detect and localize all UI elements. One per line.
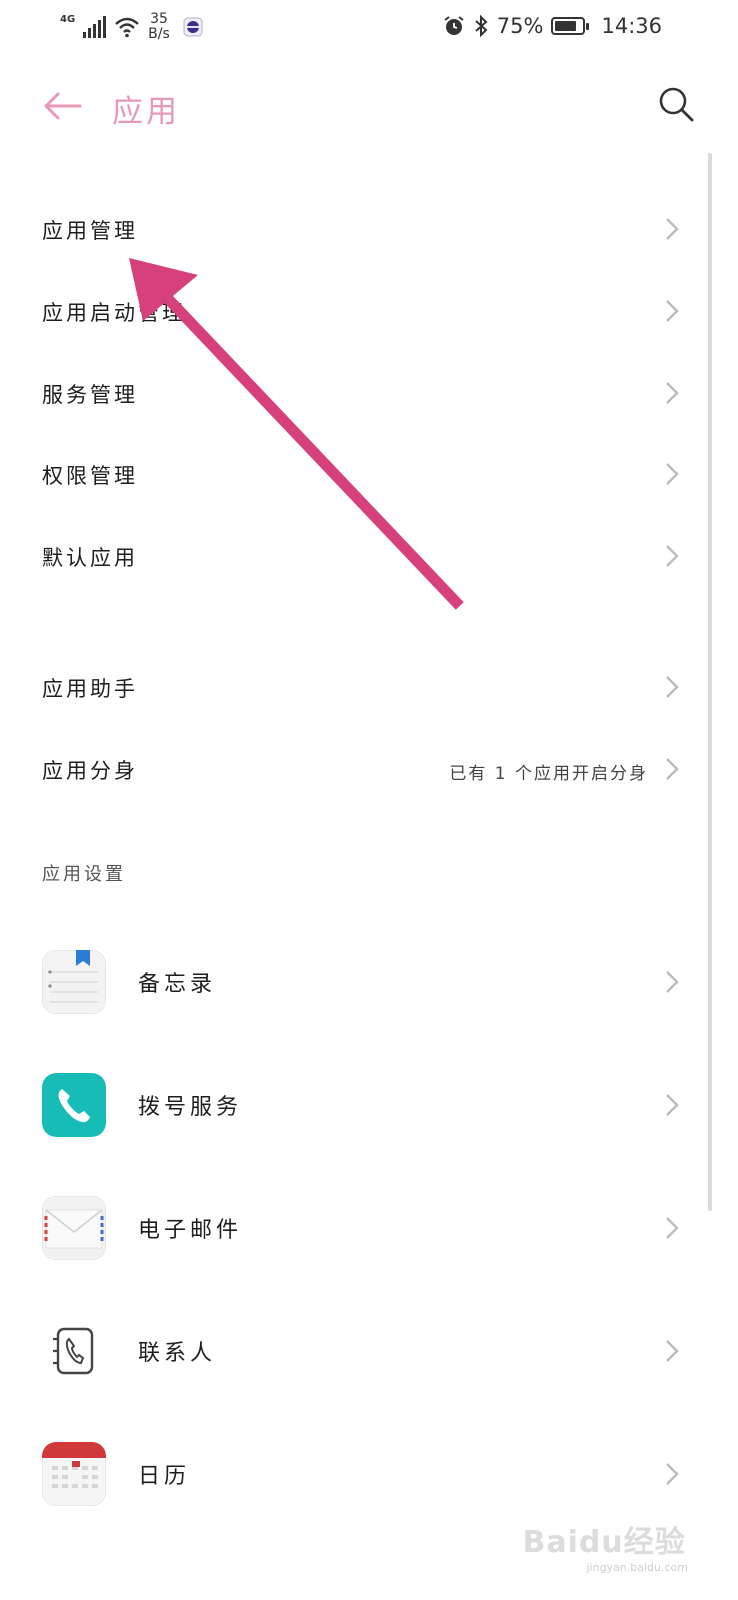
menu-item-app-assistant[interactable]: 应用助手 — [0, 657, 710, 717]
menu-item-service-management[interactable]: 服务管理 — [0, 363, 710, 423]
menu-item-label: 权限管理 — [42, 464, 138, 488]
clock: 14:36 — [601, 14, 662, 38]
app-row-notepad[interactable]: 备忘录 — [0, 937, 710, 1027]
menu-item-label: 应用启动管理 — [42, 301, 186, 325]
app-row-calendar[interactable]: 日历 — [0, 1429, 710, 1519]
chevron-right-icon — [666, 1463, 679, 1485]
chevron-right-icon — [666, 300, 679, 322]
app-label: 日历 — [138, 1464, 191, 1489]
menu-item-label: 服务管理 — [42, 383, 138, 407]
menu-item-label: 应用分身 — [42, 759, 138, 783]
section-title-app-settings: 应用设置 — [42, 864, 126, 885]
wifi-icon — [115, 17, 139, 38]
bluetooth-icon — [475, 14, 488, 38]
app-bar: 应用 — [0, 70, 738, 150]
network-speed: 35 B/s — [148, 12, 170, 42]
speed-unit: B/s — [148, 26, 170, 42]
chevron-right-icon — [666, 463, 679, 485]
chevron-right-icon — [666, 382, 679, 404]
watermark-logo: Baidu经验 — [522, 1525, 686, 1560]
contacts-icon — [53, 1327, 94, 1375]
app-label: 联系人 — [138, 1341, 217, 1366]
battery-percent: 75% — [496, 14, 544, 38]
app-label: 电子邮件 — [138, 1218, 243, 1243]
menu-item-app-launch-management[interactable]: 应用启动管理 — [0, 281, 710, 341]
watermark-url: jingyan.baidu.com — [586, 1561, 688, 1574]
chevron-right-icon — [666, 676, 679, 698]
app-row-contacts[interactable]: 联系人 — [0, 1306, 710, 1396]
phone-icon — [42, 1073, 106, 1137]
calendar-icon — [42, 1442, 106, 1506]
chevron-right-icon — [666, 758, 679, 780]
notepad-icon — [42, 950, 106, 1014]
menu-item-permission-management[interactable]: 权限管理 — [0, 444, 710, 504]
mail-icon — [42, 1196, 106, 1260]
battery-icon — [551, 17, 590, 35]
alarm-icon — [444, 16, 464, 35]
menu-item-app-twin[interactable]: 应用分身 已有 1 个应用开启分身 — [0, 739, 710, 799]
speed-value: 35 — [150, 11, 168, 27]
chevron-right-icon — [666, 218, 679, 240]
menu-item-value: 已有 1 个应用开启分身 — [449, 764, 648, 784]
back-arrow-icon[interactable] — [40, 84, 84, 128]
status-bar-right: 75% 14:36 — [443, 14, 662, 38]
app-label: 拨号服务 — [138, 1095, 243, 1120]
chevron-right-icon — [666, 545, 679, 567]
status-bar-left: 4G 35 B/s — [60, 12, 204, 42]
page-title: 应用 — [112, 94, 180, 130]
menu-item-label: 应用管理 — [42, 219, 138, 243]
chevron-right-icon — [666, 1340, 679, 1362]
app-row-email[interactable]: 电子邮件 — [0, 1183, 710, 1273]
menu-item-label: 默认应用 — [42, 546, 138, 570]
app-row-dialer[interactable]: 拨号服务 — [0, 1060, 710, 1150]
signal-icon — [83, 16, 107, 38]
chevron-right-icon — [666, 1094, 679, 1116]
chevron-right-icon — [666, 1217, 679, 1239]
menu-item-app-management[interactable]: 应用管理 — [0, 199, 710, 259]
status-bar: 4G 35 B/s 75% 14:36 — [0, 0, 738, 58]
watermark: Baidu经验 jingyan.baidu.com — [522, 1517, 688, 1574]
menu-item-default-apps[interactable]: 默认应用 — [0, 526, 710, 586]
search-icon[interactable] — [656, 84, 696, 124]
menu-item-label: 应用助手 — [42, 677, 138, 701]
network-type: 4G — [60, 13, 76, 25]
app-notification-icon — [183, 17, 203, 37]
app-label: 备忘录 — [138, 972, 217, 997]
chevron-right-icon — [666, 971, 679, 993]
